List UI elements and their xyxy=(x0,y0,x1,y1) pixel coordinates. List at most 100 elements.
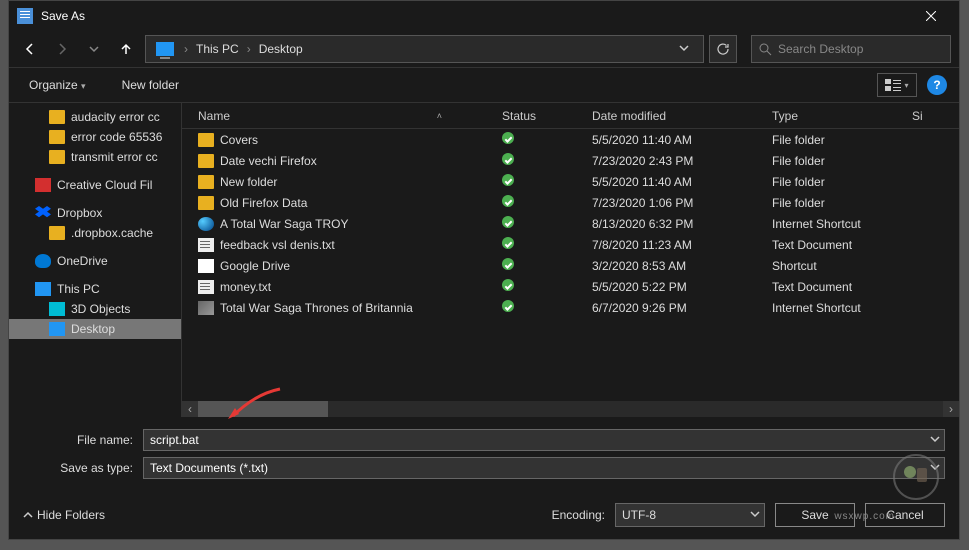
up-button[interactable] xyxy=(113,36,139,62)
tree-this-pc[interactable]: This PC xyxy=(9,279,181,299)
breadcrumb-root[interactable]: This PC xyxy=(196,42,239,56)
scroll-right[interactable]: › xyxy=(943,401,959,417)
folder-icon xyxy=(49,110,65,124)
search-icon xyxy=(758,42,772,56)
back-button[interactable] xyxy=(17,36,43,62)
arrow-right-icon xyxy=(55,42,69,56)
file-type: File folder xyxy=(772,196,912,210)
titlebar: Save As xyxy=(9,1,959,31)
breadcrumb-leaf[interactable]: Desktop xyxy=(259,42,303,56)
file-date: 7/23/2020 1:06 PM xyxy=(592,196,772,210)
tree-creative-cloud[interactable]: Creative Cloud Fil xyxy=(9,175,181,195)
cancel-button[interactable]: Cancel xyxy=(865,503,945,527)
filename-input[interactable] xyxy=(150,433,938,447)
file-name: A Total War Saga TROY xyxy=(220,217,349,231)
footer: Hide Folders Encoding: UTF-8 Save Cancel xyxy=(9,491,959,539)
file-name: Google Drive xyxy=(220,259,290,273)
file-name: New folder xyxy=(220,175,277,189)
col-status[interactable]: Status xyxy=(502,109,592,123)
dialog-body: audacity error cc error code 65536 trans… xyxy=(9,103,959,417)
form-area: File name: Save as type: Text Documents … xyxy=(9,417,959,491)
col-size[interactable]: Si xyxy=(912,109,959,123)
chevron-down-icon xyxy=(679,43,689,53)
chevron-down-icon xyxy=(89,44,99,54)
address-history[interactable] xyxy=(675,42,693,56)
filename-history[interactable] xyxy=(930,433,940,447)
chevron-down-icon xyxy=(930,462,940,472)
sync-ok-icon xyxy=(502,153,514,165)
folder-icon xyxy=(49,226,65,240)
file-name: Total War Saga Thrones of Britannia xyxy=(220,301,413,315)
col-type[interactable]: Type xyxy=(772,109,912,123)
creative-cloud-icon xyxy=(35,178,51,192)
refresh-button[interactable] xyxy=(709,35,737,63)
file-row[interactable]: feedback vsl denis.txt 7/8/2020 11:23 AMT… xyxy=(182,234,959,255)
tree-3d-objects[interactable]: 3D Objects xyxy=(9,299,181,319)
tree-dropbox[interactable]: Dropbox xyxy=(9,203,181,223)
horizontal-scrollbar[interactable]: ‹ › xyxy=(182,401,959,417)
chevron-down-icon xyxy=(930,434,940,444)
recent-dropdown[interactable] xyxy=(81,36,107,62)
tree-folder[interactable]: error code 65536 xyxy=(9,127,181,147)
file-row[interactable]: A Total War Saga TROY8/13/2020 6:32 PMIn… xyxy=(182,213,959,234)
saveastype-dropdown[interactable] xyxy=(930,461,940,475)
file-row[interactable]: New folder 5/5/2020 11:40 AMFile folder xyxy=(182,171,959,192)
file-row[interactable]: Covers5/5/2020 11:40 AMFile folder xyxy=(182,129,959,150)
forward-button[interactable] xyxy=(49,36,75,62)
address-bar[interactable]: › This PC › Desktop xyxy=(145,35,704,63)
pc-icon xyxy=(35,282,51,296)
organize-button[interactable]: Organize ▾ xyxy=(21,74,94,96)
sync-ok-icon xyxy=(502,174,514,186)
nav-tree[interactable]: audacity error cc error code 65536 trans… xyxy=(9,103,181,417)
saveastype-field[interactable]: Text Documents (*.txt) xyxy=(143,457,945,479)
pc-icon xyxy=(156,42,174,56)
sync-ok-icon xyxy=(502,258,514,270)
col-date[interactable]: Date modified xyxy=(592,109,772,123)
file-type: Shortcut xyxy=(772,259,912,273)
save-button[interactable]: Save xyxy=(775,503,855,527)
tree-folder[interactable]: .dropbox.cache xyxy=(9,223,181,243)
file-row[interactable]: Date vechi Firefox7/23/2020 2:43 PMFile … xyxy=(182,150,959,171)
chevron-up-icon xyxy=(23,510,33,520)
file-row[interactable]: Old Firefox Data7/23/2020 1:06 PMFile fo… xyxy=(182,192,959,213)
scroll-thumb[interactable] xyxy=(198,401,328,417)
scroll-left[interactable]: ‹ xyxy=(182,401,198,417)
tree-desktop[interactable]: Desktop xyxy=(9,319,181,339)
sync-ok-icon xyxy=(502,216,514,228)
col-name[interactable]: Name˄ xyxy=(182,109,502,123)
folder-icon xyxy=(49,150,65,164)
close-button[interactable] xyxy=(911,1,951,31)
file-name: feedback vsl denis.txt xyxy=(220,238,335,252)
file-row[interactable]: Google Drive3/2/2020 8:53 AMShortcut xyxy=(182,255,959,276)
tree-onedrive[interactable]: OneDrive xyxy=(9,251,181,271)
view-options[interactable]: ▾ xyxy=(877,73,917,97)
filename-field[interactable] xyxy=(143,429,945,451)
encoding-dropdown[interactable] xyxy=(750,508,760,522)
tree-folder[interactable]: audacity error cc xyxy=(9,107,181,127)
tree-folder[interactable]: transmit error cc xyxy=(9,147,181,167)
file-date: 7/23/2020 2:43 PM xyxy=(592,154,772,168)
file-type: File folder xyxy=(772,175,912,189)
arrow-up-icon xyxy=(119,42,133,56)
column-headers[interactable]: Name˄ Status Date modified Type Si xyxy=(182,103,959,129)
new-folder-button[interactable]: New folder xyxy=(114,74,187,96)
file-type: Text Document xyxy=(772,238,912,252)
objects-3d-icon xyxy=(49,302,65,316)
folder-icon xyxy=(198,154,214,168)
folder-icon xyxy=(198,133,214,147)
scroll-track[interactable] xyxy=(198,401,943,417)
txt-icon xyxy=(198,280,214,294)
encoding-select[interactable]: UTF-8 xyxy=(615,503,765,527)
file-date: 7/8/2020 11:23 AM xyxy=(592,238,772,252)
file-row[interactable]: money.txt5/5/2020 5:22 PMText Document xyxy=(182,276,959,297)
hide-folders-button[interactable]: Hide Folders xyxy=(23,508,105,522)
file-list-pane: Name˄ Status Date modified Type Si Cover… xyxy=(181,103,959,417)
file-date: 5/5/2020 11:40 AM xyxy=(592,175,772,189)
filename-label: File name: xyxy=(23,433,143,447)
help-button[interactable]: ? xyxy=(927,75,947,95)
breadcrumb-sep: › xyxy=(247,42,251,56)
search-box[interactable]: Search Desktop xyxy=(751,35,951,63)
file-row[interactable]: Total War Saga Thrones of Britannia6/7/2… xyxy=(182,297,959,318)
img-icon xyxy=(198,301,214,315)
folder-icon xyxy=(198,196,214,210)
